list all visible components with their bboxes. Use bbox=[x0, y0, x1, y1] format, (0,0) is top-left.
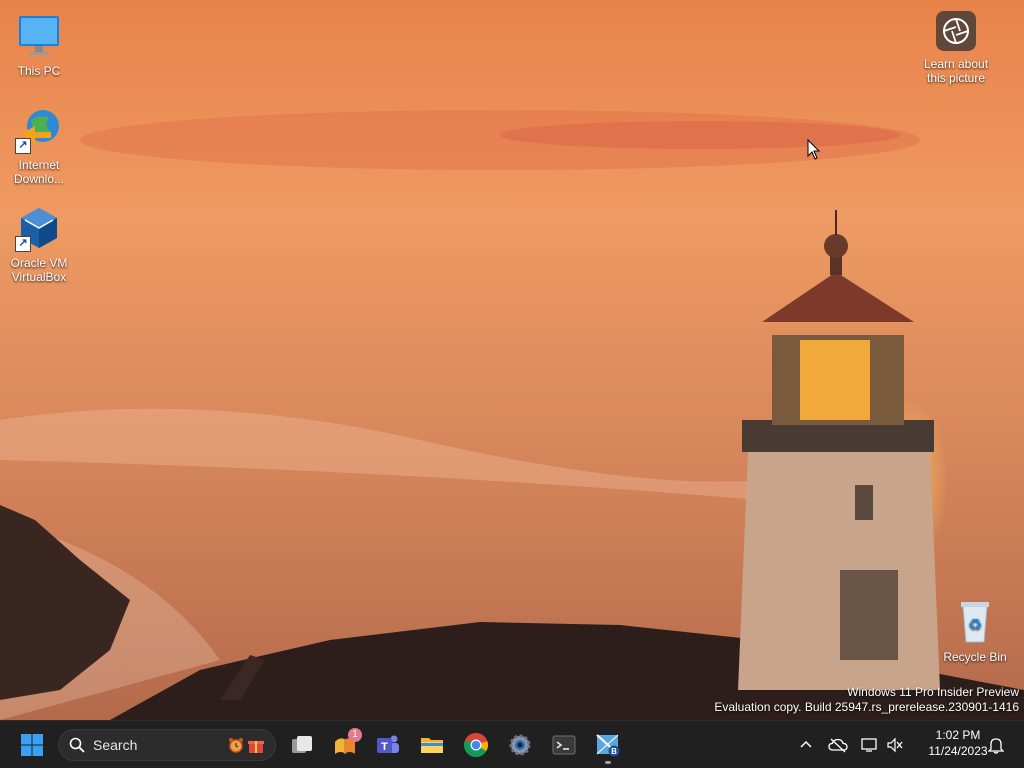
shortcut-arrow-icon: ↗ bbox=[15, 236, 31, 252]
bginfo-icon: B bbox=[596, 734, 620, 757]
alarm-clock-icon bbox=[229, 738, 243, 753]
start-button[interactable] bbox=[12, 725, 52, 765]
cloud-offline-icon bbox=[828, 738, 848, 753]
settings-button[interactable] bbox=[500, 725, 540, 765]
volume-tray-button[interactable] bbox=[883, 733, 907, 757]
learn-picture-line2: this picture bbox=[926, 71, 986, 85]
chrome-button[interactable] bbox=[456, 725, 496, 765]
task-view-icon bbox=[292, 736, 312, 753]
widgets-button[interactable]: 1 bbox=[325, 725, 365, 765]
gift-icon bbox=[248, 741, 264, 753]
search-label: Search bbox=[93, 737, 138, 753]
desktop-icon-label: Internet Downlo... bbox=[13, 158, 65, 186]
monitor-icon bbox=[15, 12, 63, 60]
desktop-icon-virtualbox[interactable]: ↗ Oracle VM VirtualBox bbox=[1, 204, 77, 284]
show-hidden-icons-button[interactable] bbox=[794, 733, 818, 757]
taskbar: Search 1 T B 1:02 PM 11/24/2023 bbox=[0, 720, 1024, 768]
camera-lens-icon bbox=[936, 11, 976, 51]
bginfo-button[interactable]: B bbox=[588, 725, 628, 765]
bell-icon bbox=[988, 738, 1004, 754]
running-indicator bbox=[605, 761, 611, 764]
onedrive-tray-button[interactable] bbox=[826, 733, 850, 757]
terminal-button[interactable] bbox=[544, 725, 584, 765]
network-monitor-icon bbox=[861, 738, 877, 752]
desktop-wallpaper bbox=[0, 0, 1024, 720]
mouse-cursor-icon bbox=[807, 139, 821, 160]
learn-picture-line1: Learn about bbox=[923, 57, 989, 71]
search-icon bbox=[69, 737, 85, 753]
desktop-icon-internet-download-manager[interactable]: ↗ Internet Downlo... bbox=[1, 106, 77, 186]
network-tray-button[interactable] bbox=[858, 733, 882, 757]
windows-start-icon bbox=[21, 734, 43, 756]
virtualbox-cube-icon: ↗ bbox=[15, 204, 63, 252]
learn-about-picture[interactable]: Learn about this picture bbox=[906, 11, 1006, 85]
notifications-button[interactable] bbox=[984, 733, 1008, 757]
teams-button[interactable]: T bbox=[368, 725, 408, 765]
file-explorer-button[interactable] bbox=[412, 725, 452, 765]
globe-download-icon: ↗ bbox=[15, 106, 63, 154]
speaker-muted-icon bbox=[887, 737, 903, 753]
widgets-badge: 1 bbox=[348, 728, 362, 742]
build-watermark: Windows 11 Pro Insider Preview Evaluatio… bbox=[714, 685, 1019, 715]
svg-text:♻: ♻ bbox=[968, 615, 982, 634]
shortcut-arrow-icon: ↗ bbox=[15, 138, 31, 154]
file-explorer-icon bbox=[421, 738, 443, 753]
teams-icon: T bbox=[377, 735, 399, 753]
svg-text:T: T bbox=[381, 741, 388, 753]
watermark-line1: Windows 11 Pro Insider Preview bbox=[847, 685, 1019, 699]
recycle-bin-icon: ♻ bbox=[951, 598, 999, 646]
svg-text:B: B bbox=[611, 747, 617, 756]
chrome-icon bbox=[464, 733, 488, 758]
desktop-icon-label: Oracle VM VirtualBox bbox=[10, 256, 68, 284]
desktop-icon-label: This PC bbox=[17, 64, 61, 78]
desktop-icon-recycle-bin[interactable]: ♻ Recycle Bin bbox=[937, 598, 1013, 664]
terminal-icon bbox=[552, 735, 576, 755]
watermark-line2: Evaluation copy. Build 25947.rs_prerelea… bbox=[714, 700, 1019, 714]
desktop-icon-label: Recycle Bin bbox=[943, 650, 1007, 664]
desktop-icon-this-pc[interactable]: This PC bbox=[1, 12, 77, 78]
settings-gear-icon bbox=[509, 734, 531, 756]
task-view-button[interactable] bbox=[282, 725, 322, 765]
chevron-up-icon bbox=[800, 740, 812, 748]
taskbar-search-box[interactable]: Search bbox=[58, 729, 276, 761]
